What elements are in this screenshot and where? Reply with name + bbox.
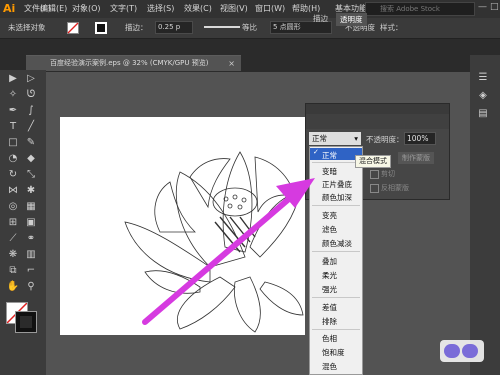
watermark-logo	[440, 340, 484, 362]
annotation-arrow	[142, 178, 315, 325]
